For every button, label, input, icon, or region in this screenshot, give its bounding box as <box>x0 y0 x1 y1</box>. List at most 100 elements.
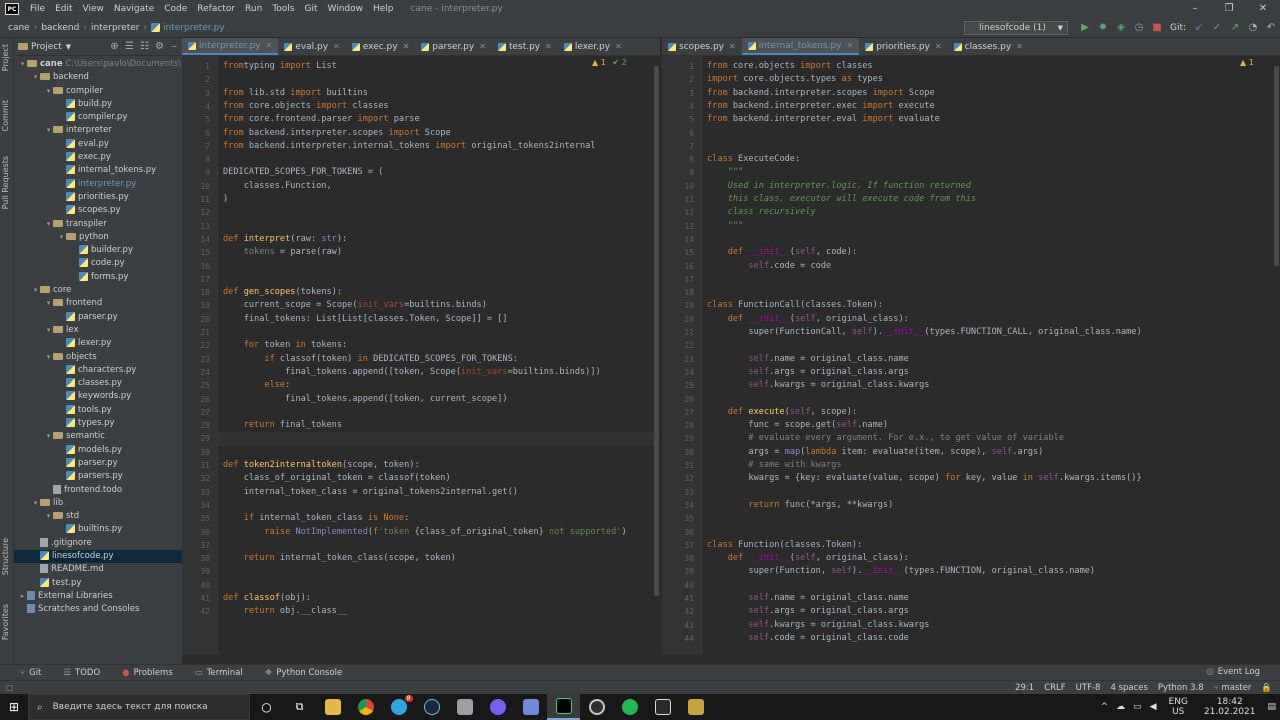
tree-item[interactable]: compiler.py <box>14 111 182 124</box>
structure-tool-tab[interactable]: Structure <box>1 538 10 575</box>
close-tab-icon[interactable]: ✕ <box>1016 42 1023 51</box>
profile-icon[interactable]: ◷ <box>1130 20 1148 36</box>
close-tab-icon[interactable]: ✕ <box>545 42 552 51</box>
chrome-icon[interactable] <box>349 694 382 720</box>
file-encoding[interactable]: UTF-8 <box>1076 683 1101 693</box>
tree-item[interactable]: ▾ lib <box>14 497 182 510</box>
tree-item[interactable]: Scratches and Consoles <box>14 603 182 616</box>
breadcrumb-backend[interactable]: backend <box>41 23 79 33</box>
expand-all-icon[interactable]: ☰ <box>122 41 137 52</box>
close-tab-icon[interactable]: ✕ <box>479 42 486 51</box>
todo-tool-button[interactable]: ☰ TODO <box>63 668 100 678</box>
steam-icon[interactable] <box>415 694 448 720</box>
tree-item[interactable]: ▾ semantic <box>14 430 182 443</box>
onedrive-icon[interactable]: ☁ <box>1116 702 1125 712</box>
coverage-icon[interactable]: ◈ <box>1112 20 1130 36</box>
python-console-tool-button[interactable]: ❖ Python Console <box>265 668 343 678</box>
close-tab-icon[interactable]: ✕ <box>729 42 736 51</box>
run-configuration-select[interactable]: linesofcode (1) ▼ <box>964 21 1068 35</box>
tree-item[interactable]: models.py <box>14 444 182 457</box>
indent-setting[interactable]: 4 spaces <box>1110 683 1147 693</box>
tree-item[interactable]: ▾ frontend <box>14 297 182 310</box>
tree-item[interactable]: types.py <box>14 417 182 430</box>
editor-tab[interactable]: eval.py ✕ <box>278 38 345 55</box>
debug-icon[interactable]: ✹ <box>1094 20 1112 36</box>
python-interpreter[interactable]: Python 3.8 <box>1158 683 1204 693</box>
cursor-position[interactable]: 29:1 <box>1015 683 1034 693</box>
tree-item[interactable]: forms.py <box>14 271 182 284</box>
editor-tab[interactable]: classes.py ✕ <box>948 38 1029 55</box>
tree-item[interactable]: ▾ lex <box>14 324 182 337</box>
favorites-tool-tab[interactable]: Favorites <box>1 604 10 640</box>
menu-help[interactable]: Help <box>368 4 399 14</box>
gear-icon[interactable]: ⚙ <box>152 41 167 52</box>
collapse-all-icon[interactable]: ☷ <box>137 41 152 52</box>
editor-tab[interactable]: internal_tokens.py ✕ <box>741 38 860 55</box>
tree-item[interactable]: keywords.py <box>14 390 182 403</box>
breadcrumb-project[interactable]: cane <box>8 23 30 33</box>
chevron-down-icon[interactable]: ▾ <box>44 297 53 310</box>
task-view-icon[interactable]: ⧉ <box>283 694 316 720</box>
tree-item[interactable]: ▾ compiler <box>14 85 182 98</box>
tree-item[interactable]: characters.py <box>14 364 182 377</box>
chevron-down-icon[interactable]: ▾ <box>44 510 53 523</box>
tree-item[interactable]: frontend.todo <box>14 484 182 497</box>
line-separator[interactable]: CRLF <box>1044 683 1065 693</box>
tree-item[interactable]: tools.py <box>14 404 182 417</box>
menu-run[interactable]: Run <box>240 4 267 14</box>
tree-item[interactable]: lexer.py <box>14 337 182 350</box>
chevron-down-icon[interactable]: ▾ <box>44 124 53 137</box>
tree-item[interactable]: builder.py <box>14 244 182 257</box>
telegram-icon[interactable]: 8 <box>382 694 415 720</box>
epic-games-icon[interactable] <box>646 694 679 720</box>
git-history-icon[interactable]: ◔ <box>1244 20 1262 36</box>
tree-item[interactable]: ▾ objects <box>14 351 182 364</box>
chevron-down-icon[interactable]: ▾ <box>57 231 66 244</box>
tree-item[interactable]: code.py <box>14 257 182 270</box>
editor-tab[interactable]: scopes.py ✕ <box>662 38 742 55</box>
tree-item[interactable]: parser.py <box>14 457 182 470</box>
tree-item[interactable]: .gitignore <box>14 537 182 550</box>
keyboard-layout[interactable]: ENG US <box>1165 697 1192 717</box>
menu-git[interactable]: Git <box>299 4 322 14</box>
windows-start-icon[interactable]: ⊞ <box>0 700 28 714</box>
run-icon[interactable]: ▶ <box>1076 20 1094 36</box>
left-scrollbar[interactable] <box>652 56 660 655</box>
editor-tab[interactable]: interpreter.py ✕ <box>182 38 279 55</box>
menu-edit[interactable]: Edit <box>50 4 77 14</box>
close-tab-icon[interactable]: ✕ <box>403 42 410 51</box>
tree-item[interactable]: ▸ External Libraries <box>14 590 182 603</box>
chevron-down-icon[interactable]: ▾ <box>31 71 40 84</box>
editor-tab[interactable]: lexer.py ✕ <box>558 38 628 55</box>
hide-panel-icon[interactable]: – <box>167 41 182 52</box>
tree-item[interactable]: parsers.py <box>14 470 182 483</box>
git-commit-icon[interactable]: ✓ <box>1208 20 1226 36</box>
commit-tool-tab[interactable]: Commit <box>1 100 10 131</box>
chevron-down-icon[interactable]: ▾ <box>44 351 53 364</box>
menu-window[interactable]: Window <box>323 4 369 14</box>
tree-item[interactable]: test.py <box>14 577 182 590</box>
close-button[interactable]: ✕ <box>1246 0 1280 18</box>
git-update-icon[interactable]: ↙ <box>1190 20 1208 36</box>
tree-item[interactable]: ▾ transpiler <box>14 218 182 231</box>
toggle-tool-windows-icon[interactable]: ▢ <box>6 683 14 692</box>
lock-icon[interactable]: 🔒 <box>1261 683 1272 693</box>
minimize-button[interactable]: – <box>1178 0 1212 18</box>
tree-item[interactable]: ▾ core <box>14 284 182 297</box>
chevron-right-icon[interactable]: ▸ <box>18 590 27 603</box>
tree-item[interactable]: internal_tokens.py <box>14 164 182 177</box>
obs-icon[interactable] <box>580 694 613 720</box>
menu-view[interactable]: View <box>78 4 109 14</box>
problems-tool-button[interactable]: ● Problems <box>122 668 173 678</box>
close-tab-icon[interactable]: ✕ <box>846 41 853 50</box>
viber-icon[interactable] <box>481 694 514 720</box>
git-tool-button[interactable]: ⑂ Git <box>20 668 41 678</box>
breadcrumb-file[interactable]: interpreter.py <box>163 23 225 33</box>
chevron-down-icon[interactable]: ▾ <box>44 324 53 337</box>
git-push-icon[interactable]: ↗ <box>1226 20 1244 36</box>
close-tab-icon[interactable]: ✕ <box>333 42 340 51</box>
menu-file[interactable]: File <box>25 4 50 14</box>
editor-tab[interactable]: exec.py ✕ <box>346 38 416 55</box>
stop-icon[interactable]: ■ <box>1148 20 1166 36</box>
game-launcher-icon[interactable] <box>679 694 712 720</box>
